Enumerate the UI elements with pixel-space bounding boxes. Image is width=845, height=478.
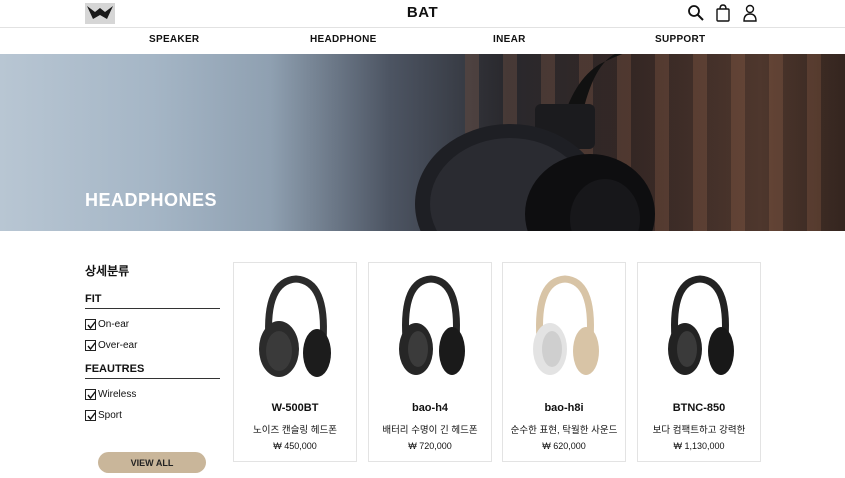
top-bar: BAT xyxy=(0,0,845,28)
headphone-product-image[interactable] xyxy=(251,271,341,389)
filter-option-wireless[interactable]: Wireless xyxy=(85,384,220,405)
product-price: ₩ 620,000 xyxy=(542,441,586,451)
nav-speaker[interactable]: SPEAKER xyxy=(149,34,199,45)
filter-option-label: Over-ear xyxy=(98,340,138,351)
headphone-product-image[interactable] xyxy=(520,271,610,389)
checkbox-checked-icon[interactable] xyxy=(85,389,97,400)
product-name[interactable]: bao-h8i xyxy=(503,402,625,414)
filter-sidebar: 상세분류 FIT On-ear Over-ear FEAUTRES Wirele… xyxy=(85,262,220,426)
product-name[interactable]: bao-h4 xyxy=(369,402,491,414)
product-description: 순수한 표현, 탁월한 사운드 xyxy=(510,425,618,436)
hero-headphone-image xyxy=(415,54,655,231)
nav-headphone[interactable]: HEADPHONE xyxy=(310,34,377,45)
checkbox-checked-icon[interactable] xyxy=(85,340,97,351)
product-name[interactable]: W-500BT xyxy=(234,402,356,414)
search-icon[interactable] xyxy=(687,4,705,22)
product-card[interactable]: bao-h8i 순수한 표현, 탁월한 사운드 ₩ 620,000 xyxy=(502,262,626,462)
product-card[interactable]: bao-h4 배터리 수명이 긴 헤드폰 ₩ 720,000 xyxy=(368,262,492,462)
product-card[interactable]: W-500BT 노이즈 캔슬링 헤드폰 ₩ 450,000 xyxy=(233,262,357,462)
main-nav: SPEAKER HEADPHONE INEAR SUPPORT xyxy=(0,28,845,54)
product-description: 배터리 수명이 긴 헤드폰 xyxy=(382,425,478,436)
filter-option-sport[interactable]: Sport xyxy=(85,405,220,426)
hero-banner: HEADPHONES xyxy=(0,54,845,231)
checkbox-checked-icon[interactable] xyxy=(85,410,97,421)
headphone-product-image[interactable] xyxy=(386,271,476,389)
filter-group-fit: FIT xyxy=(85,293,220,309)
product-description: 노이즈 캔슬링 헤드폰 xyxy=(253,425,337,436)
headphone-product-image[interactable] xyxy=(655,271,745,389)
view-all-button[interactable]: VIEW ALL xyxy=(98,452,206,473)
checkbox-checked-icon[interactable] xyxy=(85,319,97,330)
filter-option-label: Wireless xyxy=(98,389,137,400)
hero-title: HEADPHONES xyxy=(85,190,218,210)
nav-support[interactable]: SUPPORT xyxy=(655,34,705,45)
header-icons xyxy=(687,4,759,22)
filter-option-label: On-ear xyxy=(98,319,130,330)
product-price: ₩ 720,000 xyxy=(408,441,452,451)
product-card[interactable]: BTNC-850 보다 컴팩트하고 강력한 ₩ 1,130,000 xyxy=(637,262,761,462)
filter-title: 상세분류 xyxy=(85,264,130,278)
product-name[interactable]: BTNC-850 xyxy=(638,402,760,414)
product-price: ₩ 1,130,000 xyxy=(673,441,725,451)
nav-inear[interactable]: INEAR xyxy=(493,34,526,45)
filter-option-over-ear[interactable]: Over-ear xyxy=(85,335,220,356)
user-icon[interactable] xyxy=(741,4,759,22)
filter-group-features: FEAUTRES xyxy=(85,363,220,379)
product-description: 보다 컴팩트하고 강력한 xyxy=(652,425,746,436)
filter-option-label: Sport xyxy=(98,410,122,421)
product-price: ₩ 450,000 xyxy=(273,441,317,451)
bag-icon[interactable] xyxy=(714,4,732,22)
filter-option-on-ear[interactable]: On-ear xyxy=(85,314,220,335)
